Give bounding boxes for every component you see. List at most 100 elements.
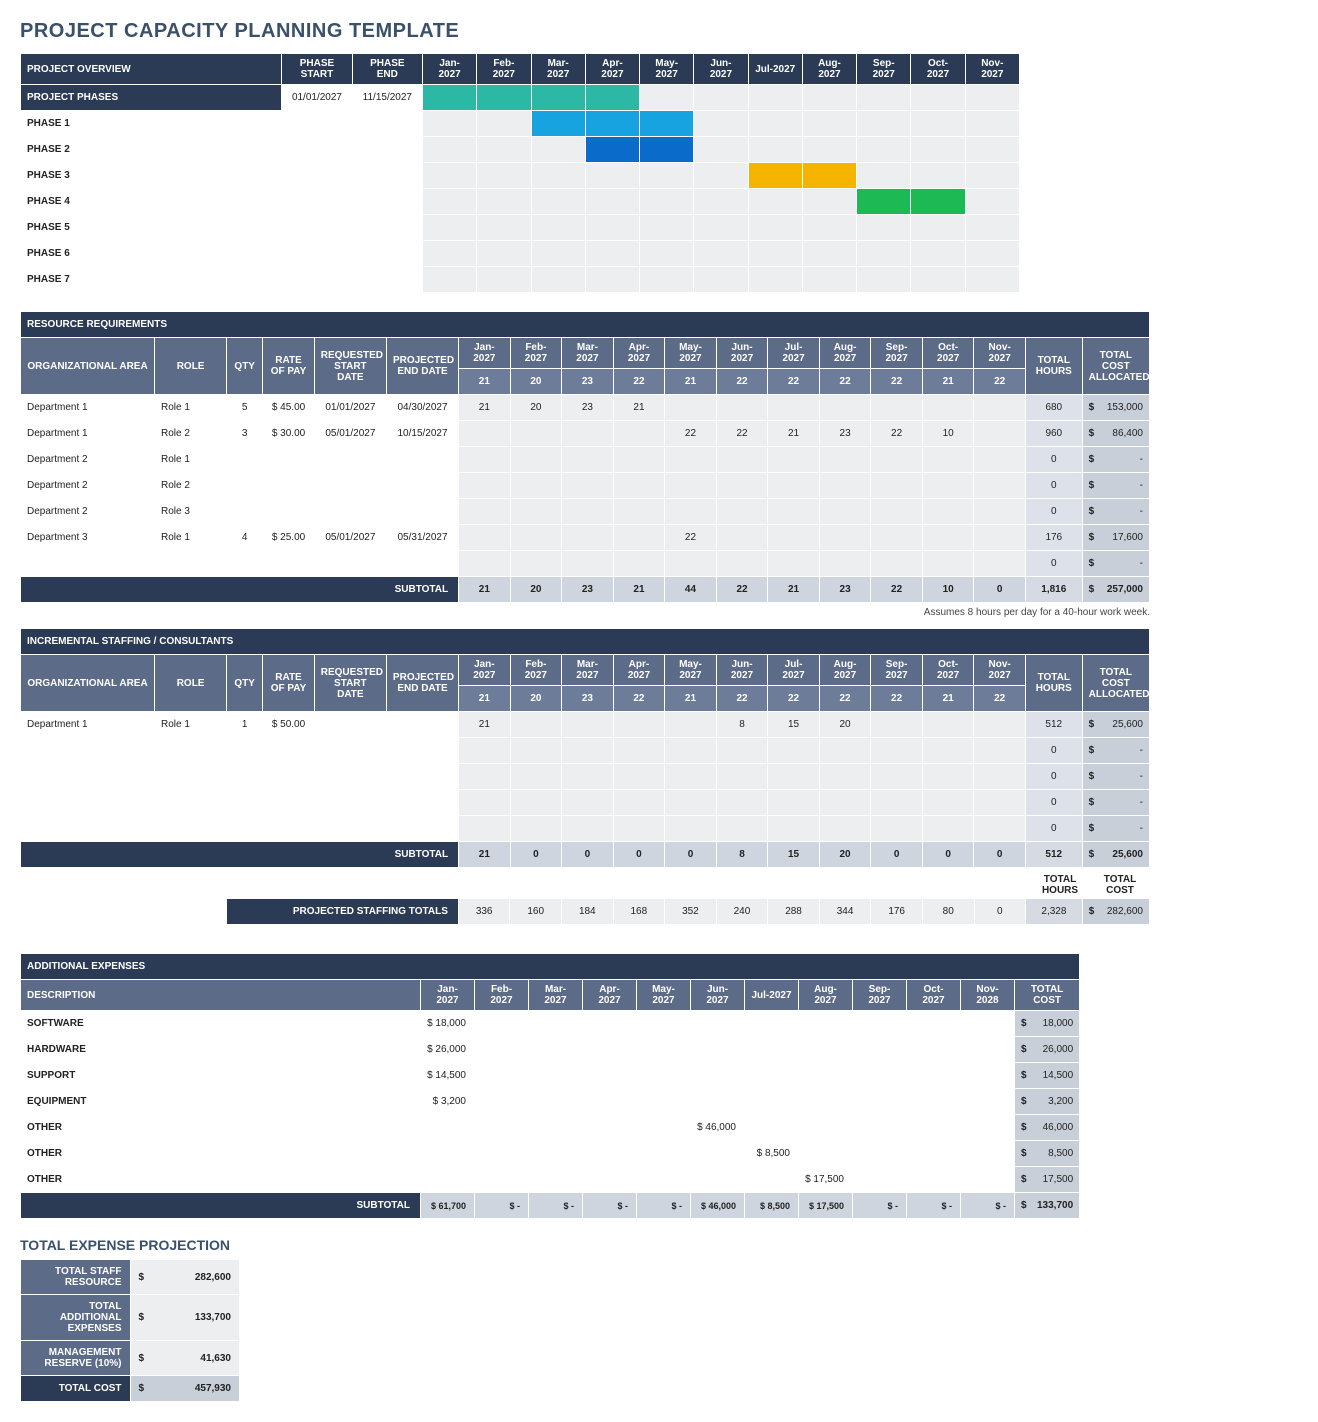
month-sub: 21: [922, 369, 974, 395]
month-cell: [562, 447, 614, 473]
month-header: Nov-2027: [974, 655, 1026, 686]
month-cell: [974, 421, 1026, 447]
month-cell: [716, 738, 768, 764]
exp-month-cell: [421, 1115, 475, 1141]
phase-start-empty: [282, 215, 352, 241]
gantt-cell: [477, 267, 531, 293]
month-cell: 22: [871, 421, 923, 447]
month-cell: [819, 447, 871, 473]
month-cell: [768, 447, 820, 473]
expenses-header: ADDITIONAL EXPENSES: [21, 954, 1080, 980]
rate-cell: [263, 499, 315, 525]
staff-table: INCREMENTAL STAFFING / CONSULTANTS ORGAN…: [20, 628, 1150, 868]
exp-subtotal-month: $ -: [961, 1193, 1015, 1219]
month-cell: [922, 790, 974, 816]
row-total-cost: $-: [1082, 738, 1149, 764]
month-header: Sep-2027: [857, 54, 911, 85]
gantt-cell: [802, 241, 856, 267]
projected-staffing-table: PROJECTED STAFFING TOTALS 336 160 184 16…: [20, 898, 1150, 925]
month-cell: [510, 712, 562, 738]
month-cell: [974, 816, 1026, 842]
row-total-hours: 0: [1025, 499, 1082, 525]
projend-cell: [386, 738, 458, 764]
gantt-cell: [965, 189, 1019, 215]
org-header: ORGANIZATIONAL AREA: [21, 338, 155, 395]
exp-month-cell: [637, 1167, 691, 1193]
exp-row-total: $3,200: [1015, 1089, 1080, 1115]
gantt-cell: [640, 241, 694, 267]
month-cell: [871, 816, 923, 842]
exp-desc: OTHER: [21, 1141, 421, 1167]
reqstart-cell: 05/01/2027: [314, 421, 386, 447]
desc-header: DESCRIPTION: [21, 980, 421, 1011]
month-cell: [871, 525, 923, 551]
reqstart-header: REQUESTED START DATE: [314, 338, 386, 395]
phase-label: PHASE 1: [21, 111, 282, 137]
subtotal-month: 44: [665, 577, 717, 603]
month-cell: [665, 764, 717, 790]
exp-month-cell: $ 14,500: [421, 1063, 475, 1089]
month-header: Apr-2027: [613, 655, 665, 686]
exp-desc: HARDWARE: [21, 1037, 421, 1063]
overview-table: PROJECT OVERVIEW PHASE START PHASE END J…: [20, 53, 1020, 293]
proj-staff-val: 344: [819, 899, 871, 925]
tothours-header: TOTAL HOURS: [1025, 338, 1082, 395]
exp-month-header: Apr-2027: [583, 980, 637, 1011]
gantt-cell: [477, 85, 531, 111]
gantt-cell: [585, 241, 639, 267]
gantt-cell: [748, 85, 802, 111]
gantt-cell: [965, 241, 1019, 267]
projend-cell: [386, 712, 458, 738]
month-cell: [922, 712, 974, 738]
exp-month-cell: [583, 1063, 637, 1089]
month-cell: [819, 395, 871, 421]
projend-cell: [386, 499, 458, 525]
qty-cell: [227, 551, 263, 577]
footnote: Assumes 8 hours per day for a 40-hour wo…: [20, 607, 1150, 618]
gantt-cell: [857, 137, 911, 163]
exp-total-header: TOTAL COST: [1015, 980, 1080, 1011]
month-cell: [768, 738, 820, 764]
gantt-cell: [802, 111, 856, 137]
month-sub: 20: [510, 686, 562, 712]
phase-end-empty: [352, 241, 422, 267]
month-cell: [665, 473, 717, 499]
gantt-cell: [748, 241, 802, 267]
org-cell: [21, 738, 155, 764]
exp-month-cell: [421, 1167, 475, 1193]
row-total-cost: $17,600: [1082, 525, 1149, 551]
month-cell: [613, 738, 665, 764]
subtotal-month: 0: [510, 842, 562, 868]
total-expense-title: TOTAL EXPENSE PROJECTION: [20, 1237, 1298, 1253]
org-header: ORGANIZATIONAL AREA: [21, 655, 155, 712]
month-sub: 23: [562, 369, 614, 395]
month-header: Mar-2027: [531, 54, 585, 85]
gantt-cell: [694, 137, 748, 163]
proj-staff-val: 0: [974, 899, 1026, 925]
month-cell: [768, 395, 820, 421]
month-sub: 22: [871, 686, 923, 712]
exp-month-cell: [475, 1037, 529, 1063]
reqstart-cell: [314, 473, 386, 499]
row-total-hours: 0: [1025, 738, 1082, 764]
month-cell: [459, 551, 511, 577]
subtotal-month: 21: [459, 842, 511, 868]
gantt-cell: [422, 267, 476, 293]
month-cell: [768, 499, 820, 525]
exp-month-cell: [853, 1167, 907, 1193]
exp-month-cell: [475, 1141, 529, 1167]
role-cell: [155, 551, 227, 577]
phase-start-empty: [282, 267, 352, 293]
subtotal-month: 0: [613, 842, 665, 868]
month-cell: [819, 473, 871, 499]
exp-month-header: Jul-2027: [745, 980, 799, 1011]
gantt-cell: [531, 189, 585, 215]
gantt-cell: [640, 189, 694, 215]
proj-staff-val: 168: [613, 899, 665, 925]
rate-cell: [263, 551, 315, 577]
row-total-hours: 0: [1025, 551, 1082, 577]
month-header: Mar-2027: [562, 338, 614, 369]
gantt-cell: [585, 163, 639, 189]
month-cell: [459, 447, 511, 473]
reqstart-cell: [314, 738, 386, 764]
